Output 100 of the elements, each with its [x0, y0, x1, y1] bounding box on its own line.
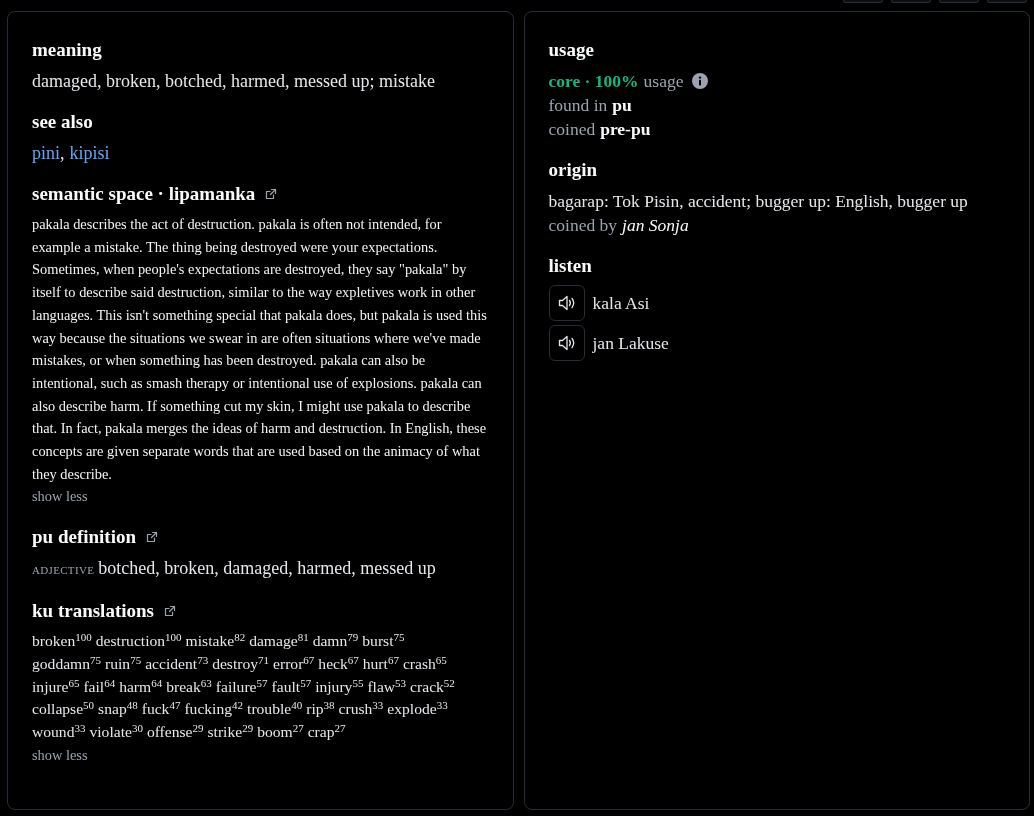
part-of-speech-label: ADJECTIVE	[32, 563, 95, 579]
fact-value: pre-pu	[600, 118, 651, 141]
usage-score: 81	[297, 631, 309, 644]
usage-score: 29	[242, 721, 254, 734]
definition-text: botched, broken, damaged, harmed, messed up	[98, 557, 436, 581]
usage-score: 52	[443, 676, 455, 689]
usage-score: 75	[130, 653, 142, 666]
usage-score: 65	[435, 653, 447, 666]
word-link[interactable]: kipisi	[69, 141, 110, 165]
usage-score: 29	[192, 721, 204, 734]
translation-word: injury	[315, 676, 353, 697]
usage-score: 67	[387, 653, 399, 666]
translation-word: rip	[306, 699, 324, 720]
usage-score: 48	[126, 699, 138, 712]
description-paragraph: pakala describes the act of destruction. pakala is often not intended, for example a mistake. The thing being destroyed were your expectations. Sometimes, when people's expectations are destroyed, they say "pakala" by itself to describe said destruction, similar to the way expletives work in other languages. This isn't something special that pakala does, but pakala is used this way because the situations we swear in are often situations where we've made mistakes, or when something has been destroyed. pakala can also be intentional, such as smash therapy or intentional use of explosions. pakala can also describe harm. If something cut my skin, I might use pakala to describe that. In fact, pakala merges the ideas of harm and destruction. In English, these concepts are given separate words that are used based on the animacy of what they describe.	[32, 215, 488, 484]
translation-word: trouble	[247, 699, 292, 720]
usage-score: 64	[104, 676, 116, 689]
section-heading: origin	[548, 158, 598, 182]
usage-score: 75	[393, 631, 405, 644]
show-less-button[interactable]: show less	[32, 743, 88, 767]
show-less-button[interactable]: show less	[32, 485, 88, 509]
usage-score: 53	[395, 676, 407, 689]
translation-word: crap	[307, 721, 335, 742]
section-heading: see also	[32, 110, 93, 134]
translation-word: harm	[119, 676, 152, 697]
translation-word: ruin	[105, 653, 131, 674]
fact-label: found in	[548, 94, 608, 117]
translation-word: wound	[32, 721, 75, 742]
author-name: jan Sonja	[622, 214, 689, 237]
translation-word: fail	[83, 676, 105, 697]
usage-category: core · 100%	[548, 70, 639, 93]
translation-word: boom	[257, 721, 293, 742]
usage-score: 65	[68, 676, 80, 689]
usage-label: usage	[643, 70, 684, 93]
usage-score: 100	[75, 631, 92, 644]
translation-word: destruction	[95, 631, 166, 652]
usage-score: 67	[303, 653, 315, 666]
external-link-icon[interactable]	[265, 188, 278, 200]
meaning-text: damaged, broken, botched, harmed, messed up; mistake	[32, 70, 436, 93]
speaker-name: kala Asi	[592, 292, 650, 315]
usage-score: 67	[347, 653, 359, 666]
translation-word: fucking	[184, 699, 233, 720]
usage-score: 27	[292, 721, 304, 734]
speaker-icon	[556, 293, 577, 313]
translation-word: strike	[207, 721, 243, 742]
usage-score: 63	[200, 676, 212, 689]
translation-word: broken	[32, 631, 76, 652]
external-link-icon[interactable]	[163, 605, 176, 618]
usage-score: 30	[131, 721, 143, 734]
translation-word: injure	[32, 676, 69, 697]
usage-score: 64	[151, 676, 163, 689]
translation-word: explode	[387, 699, 437, 720]
usage-score: 55	[352, 676, 364, 689]
usage-score: 27	[334, 721, 346, 734]
word-link[interactable]: pini	[32, 141, 60, 165]
play-audio-button[interactable]	[548, 325, 585, 361]
translation-word: crush	[338, 699, 373, 720]
translation-word: break	[166, 676, 201, 697]
usage-score: 33	[436, 699, 448, 712]
speaker-icon	[556, 333, 577, 353]
usage-score: 79	[347, 631, 359, 644]
usage-score: 33	[372, 699, 384, 712]
usage-score: 73	[197, 653, 209, 666]
section-heading: meaning	[32, 38, 102, 62]
translation-word: error	[273, 653, 304, 674]
section-heading: pu definition	[32, 525, 136, 550]
usage-score: 57	[300, 676, 312, 689]
external-link-icon[interactable]	[146, 531, 158, 544]
translation-word: destroy	[212, 653, 259, 674]
usage-score: 82	[234, 631, 246, 644]
section-heading: listen	[548, 254, 592, 278]
section-heading: ku translations	[32, 599, 154, 624]
translation-word: damn	[312, 631, 348, 652]
origin-text: bagarap: Tok Pisin, accident; bugger up: English, bugger up	[548, 190, 969, 213]
play-audio-button[interactable]	[548, 285, 585, 321]
translation-word: failure	[215, 676, 257, 697]
translation-word: mistake	[185, 631, 235, 652]
translation-word: accident	[145, 653, 198, 674]
translation-word: burst	[362, 631, 394, 652]
translation-word: violate	[89, 721, 132, 742]
usage-score: 50	[83, 699, 95, 712]
translation-word: damage	[249, 631, 298, 652]
usage-score: 75	[90, 653, 102, 666]
translation-word: heck	[318, 653, 348, 674]
separator-text: ,	[60, 142, 65, 165]
translation-word: fault	[271, 676, 301, 697]
info-icon[interactable]	[692, 73, 709, 89]
usage-score: 57	[256, 676, 268, 689]
fact-value: pu	[612, 94, 632, 117]
fact-label: coined	[548, 118, 596, 141]
usage-score: 38	[323, 699, 335, 712]
translation-word: goddamn	[32, 653, 91, 674]
translation-word: hurt	[362, 653, 388, 674]
section-heading: semantic space · lipamanka	[32, 182, 256, 206]
usage-score: 40	[291, 699, 303, 712]
translation-word: crash	[402, 653, 436, 674]
translation-word: fuck	[141, 699, 170, 720]
usage-score: 42	[232, 699, 244, 712]
translation-word: crack	[410, 676, 444, 697]
usage-score: 33	[74, 721, 86, 734]
